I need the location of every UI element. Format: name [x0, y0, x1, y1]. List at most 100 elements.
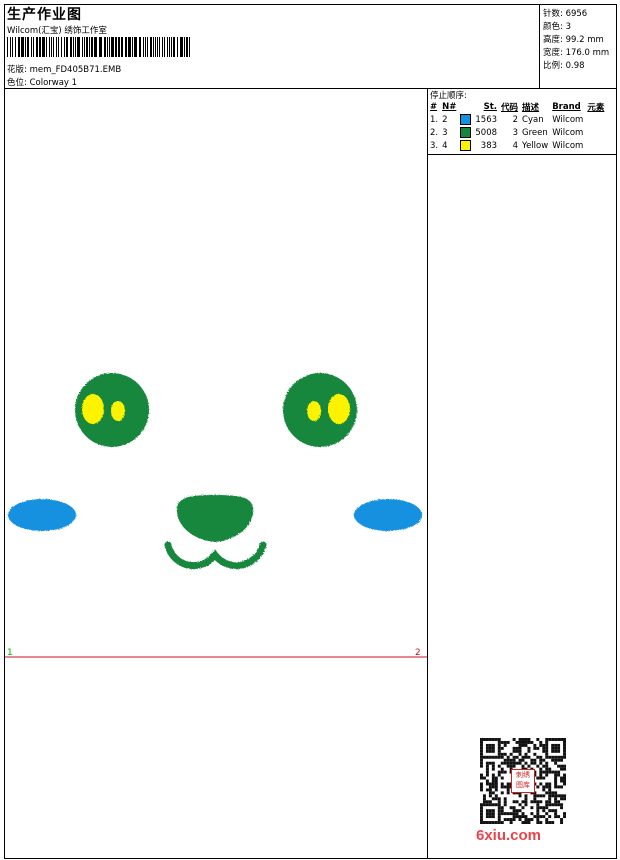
qr-module: [530, 812, 534, 816]
qr-module: [480, 773, 483, 777]
qr-module: [539, 743, 543, 747]
barcode-bar: [33, 37, 34, 57]
qr-module: [545, 755, 549, 759]
qr-module: [563, 746, 566, 750]
qr-module: [554, 803, 558, 807]
stat-value: 99.2 mm: [565, 35, 604, 45]
qr-module: [515, 761, 519, 765]
barcode-bar: [159, 37, 160, 57]
qr-module: [542, 758, 546, 762]
qr-module: [488, 812, 492, 816]
barcode-bar: [145, 37, 146, 57]
qr-module: [494, 797, 498, 801]
row-description: Green: [522, 127, 548, 138]
qr-module: [506, 782, 510, 786]
qr-module: [539, 821, 543, 824]
qr-module: [563, 743, 566, 747]
qr-module: [521, 806, 525, 810]
qr-module: [536, 764, 540, 768]
qr-module: [480, 788, 483, 792]
qr-module: [491, 809, 495, 813]
barcode-bar: [111, 37, 114, 57]
barcode-bar: [104, 37, 106, 57]
qr-module: [533, 800, 537, 804]
row-code: 4: [512, 140, 519, 151]
qr-module: [488, 755, 492, 759]
embroidery-preview: 1 2: [5, 373, 427, 658]
qr-module: [563, 779, 566, 783]
right-cheek: [354, 499, 422, 531]
qr-module: [512, 755, 516, 759]
qr-module: [485, 746, 489, 750]
qr-module: [548, 800, 552, 804]
col-needle: N#: [442, 101, 457, 112]
qr-module: [524, 803, 528, 807]
qr-module: [563, 782, 566, 786]
qr-module: [491, 746, 495, 750]
qr-module: [563, 812, 566, 816]
qr-module: [545, 767, 549, 771]
qr-module: [554, 797, 558, 801]
qr-module: [545, 812, 549, 816]
barcode-bar: [36, 37, 38, 57]
col-swatch: [458, 100, 473, 113]
qr-module: [548, 791, 552, 795]
qr-module: [506, 785, 510, 789]
qr-module: [485, 782, 489, 786]
qr-module: [491, 767, 495, 771]
barcode-bar: [134, 37, 137, 57]
qr-module: [542, 788, 546, 792]
qr-module: [554, 738, 558, 741]
page-title: 生产作业图: [7, 7, 82, 23]
qr-module: [521, 738, 525, 741]
qr-module: [545, 773, 549, 777]
qr-module: [545, 761, 549, 765]
qr-module: [506, 812, 510, 816]
right-eye-pupil-small: [307, 401, 321, 421]
qr-module: [542, 809, 546, 813]
qr-module: [518, 758, 522, 762]
barcode-bar: [70, 37, 72, 57]
qr-module: [557, 800, 561, 804]
qr-module: [560, 776, 564, 780]
row-code: 2: [512, 114, 519, 125]
qr-module: [539, 806, 543, 810]
qr-module: [494, 782, 498, 786]
qr-module: [551, 749, 555, 753]
qr-module: [524, 821, 528, 824]
barcode-bar: [10, 37, 11, 57]
barcode-bar: [167, 37, 168, 57]
barcode-bar: [27, 37, 29, 57]
qr-module: [527, 746, 531, 750]
qr-module: [480, 818, 483, 822]
qr-module: [491, 803, 495, 807]
qr-module: [527, 738, 531, 741]
qr-module: [545, 764, 549, 768]
qr-module: [500, 767, 504, 771]
qr-module: [480, 740, 483, 744]
qr-module: [563, 776, 566, 780]
qr-module: [509, 752, 513, 756]
qr-module: [491, 738, 495, 741]
table-row: 1. 2 1563 2 Cyan Wilcom: [428, 113, 606, 126]
barcode-bar: [58, 37, 59, 57]
qr-module: [509, 812, 513, 816]
site-logo[interactable]: 6xiu.com: [476, 827, 541, 844]
qr-module: [518, 761, 522, 765]
col-brand: Brand: [552, 101, 581, 112]
qr-module: [512, 758, 516, 762]
qr-module: [548, 809, 552, 813]
qr-module: [503, 752, 507, 756]
qr-module: [563, 764, 566, 768]
barcode-bar: [51, 37, 52, 57]
qr-module: [560, 797, 564, 801]
qr-module: [545, 749, 549, 753]
barcode-bar: [86, 37, 88, 57]
qr-module: [551, 791, 555, 795]
qr-module: [536, 785, 540, 789]
qr-module: [554, 770, 558, 774]
stop-sequence-table: # N# St. 代码 描述 Brand 元素 1. 2 1563 2 Cyan…: [428, 100, 606, 152]
barcode-bar: [162, 37, 163, 57]
qr-module: [497, 800, 501, 804]
qr-module: [497, 746, 501, 750]
